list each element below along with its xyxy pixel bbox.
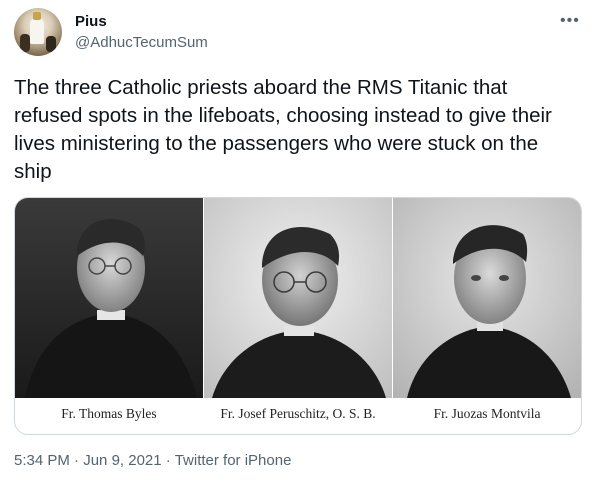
caption-juozas-montvila: Fr. Juozas Montvila — [433, 406, 541, 421]
avatar-figure-center — [30, 18, 44, 44]
tweet-meta: 5:34 PM · Jun 9, 2021 · Twitter for iPho… — [14, 452, 291, 469]
photo-juozas-montvila — [393, 198, 581, 398]
meta-separator: · — [69, 452, 84, 469]
more-options-icon[interactable]: ••• — [560, 12, 580, 30]
photo-josef-peruschitz — [204, 198, 392, 398]
tweet-media[interactable]: Fr. Thomas Byles Fr. Josef Peruschitz, O… — [14, 197, 582, 435]
avatar-figure-left — [20, 34, 30, 52]
author-handle[interactable]: @AdhucTecumSum — [75, 34, 208, 51]
tweet-text: The three Catholic priests aboard the RM… — [14, 76, 552, 183]
avatar[interactable] — [14, 8, 62, 56]
tweet-source[interactable]: Twitter for iPhone — [175, 452, 292, 469]
avatar-figure-hat — [33, 12, 41, 20]
tweet-date[interactable]: Jun 9, 2021 — [83, 452, 161, 469]
tweet-time[interactable]: 5:34 PM — [14, 452, 70, 469]
photo-thomas-byles — [15, 198, 203, 398]
tweet: Pius @AdhucTecumSum ••• The three Cathol… — [0, 0, 594, 481]
meta-separator: · — [161, 452, 175, 469]
avatar-figure-right — [46, 36, 56, 52]
author-name[interactable]: Pius — [75, 13, 107, 30]
caption-thomas-byles: Fr. Thomas Byles — [61, 406, 157, 421]
caption-josef-peruschitz: Fr. Josef Peruschitz, O. S. B. — [220, 406, 376, 421]
